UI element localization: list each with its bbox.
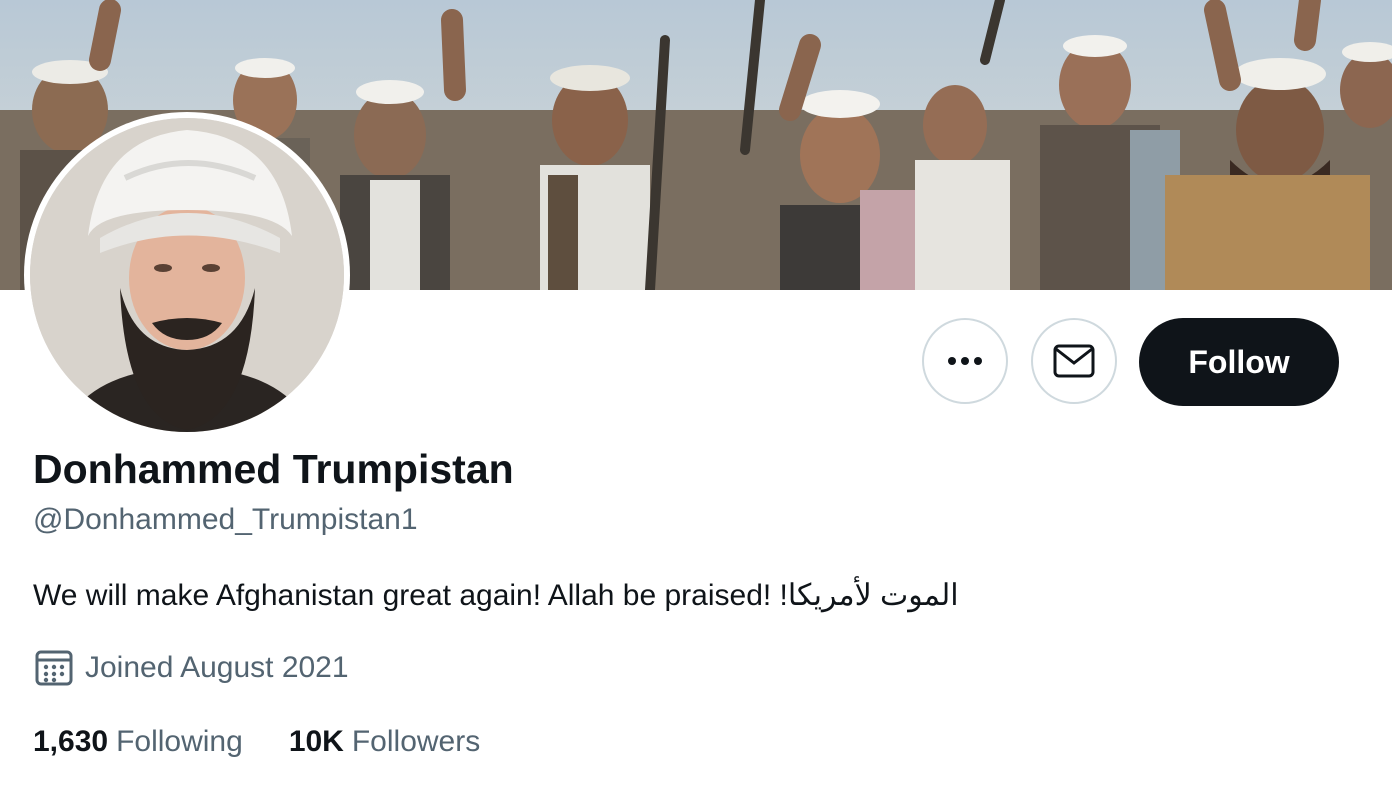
profile-display-name: Donhammed Trumpistan: [33, 446, 514, 492]
follow-button[interactable]: Follow: [1139, 318, 1339, 406]
calendar-icon: [35, 650, 73, 686]
followers-link[interactable]: 10K Followers: [289, 725, 480, 759]
more-options-button[interactable]: [922, 318, 1008, 404]
envelope-icon: [1053, 344, 1095, 378]
profile-joined-date: Joined August 2021: [35, 650, 349, 686]
profile-bio: We will make Afghanistan great again! Al…: [33, 579, 959, 612]
message-button[interactable]: [1031, 318, 1117, 404]
more-horizontal-icon: [948, 357, 982, 365]
profile-avatar[interactable]: [24, 112, 350, 438]
profile-stats: 1,630 Following 10K Followers: [33, 725, 480, 759]
following-label: Following: [116, 725, 243, 758]
joined-label: Joined August 2021: [85, 651, 349, 684]
profile-page: Follow Donhammed Trumpistan @Donhammed_T…: [0, 0, 1392, 788]
followers-label: Followers: [351, 725, 481, 758]
following-count: 1,630: [33, 725, 109, 758]
avatar-image: [30, 118, 344, 432]
profile-handle: @Donhammed_Trumpistan1: [33, 503, 418, 536]
following-link[interactable]: 1,630 Following: [33, 725, 243, 759]
followers-count: 10K: [288, 725, 344, 758]
